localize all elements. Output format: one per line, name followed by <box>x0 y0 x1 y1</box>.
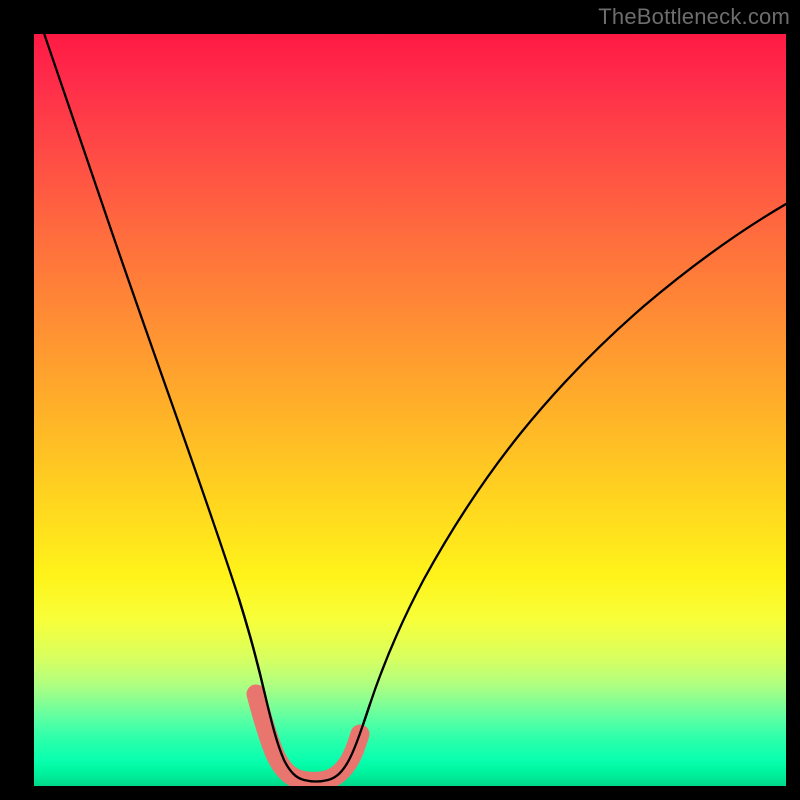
plot-area <box>34 34 786 786</box>
watermark-text: TheBottleneck.com <box>598 4 790 30</box>
chart-svg <box>34 34 786 786</box>
chart-frame: TheBottleneck.com <box>0 0 800 800</box>
bottleneck-curve <box>34 34 786 782</box>
